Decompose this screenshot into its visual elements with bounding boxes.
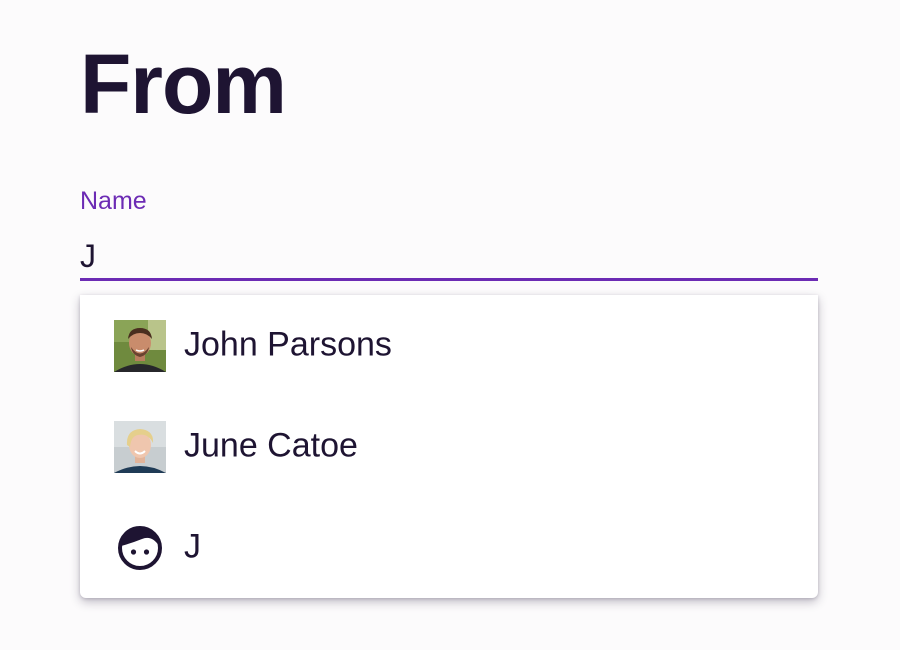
autocomplete-dropdown: John Parsons June Catoe J [80, 295, 818, 598]
suggestion-name: J [184, 527, 201, 566]
suggestion-typed-entry[interactable]: J [80, 497, 818, 598]
name-input[interactable] [80, 234, 818, 281]
page-title: From [80, 37, 287, 131]
avatar [114, 420, 166, 473]
name-field-label: Name [80, 187, 147, 215]
suggestion-june-catoe[interactable]: June Catoe [80, 396, 818, 497]
suggestion-name: June Catoe [184, 426, 358, 465]
suggestion-name: John Parsons [184, 325, 392, 364]
avatar [114, 319, 166, 372]
person-face-icon [118, 525, 162, 570]
suggestion-john-parsons[interactable]: John Parsons [80, 295, 818, 396]
